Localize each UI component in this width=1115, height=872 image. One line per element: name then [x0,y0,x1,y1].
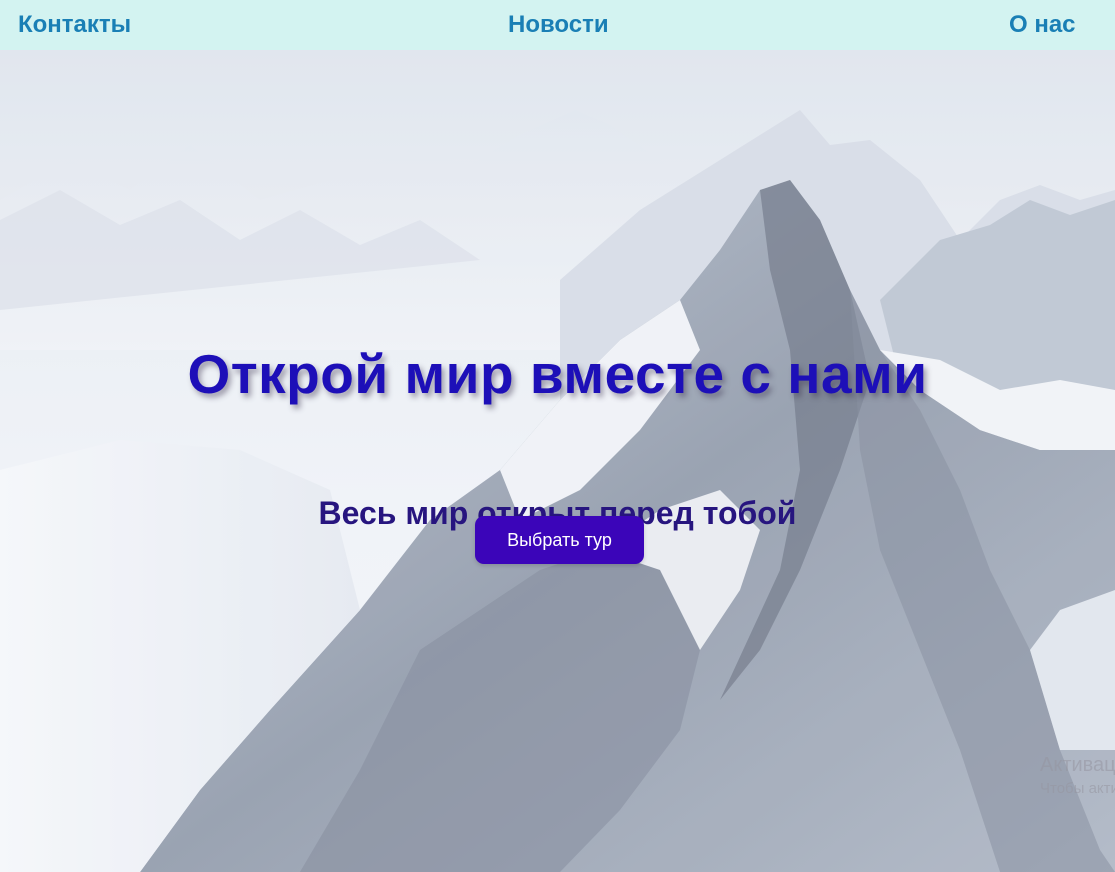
nav-link-news[interactable]: Новости [508,10,609,40]
nav-link-about[interactable]: О нас [1009,10,1076,40]
top-navigation: Контакты Новости О нас [0,0,1115,50]
windows-activation-watermark: Активация Чтобы активировать [1040,752,1115,800]
watermark-line1: Активация [1040,754,1115,776]
hero-section: Открой мир вместе с нами Весь мир открыт… [0,50,1115,872]
choose-tour-button[interactable]: Выбрать тур [475,516,644,564]
nav-link-contacts[interactable]: Контакты [18,10,131,40]
watermark-line2: Чтобы активировать [1040,780,1115,797]
hero-background-image [0,50,1115,872]
hero-title: Открой мир вместе с нами [187,343,928,405]
